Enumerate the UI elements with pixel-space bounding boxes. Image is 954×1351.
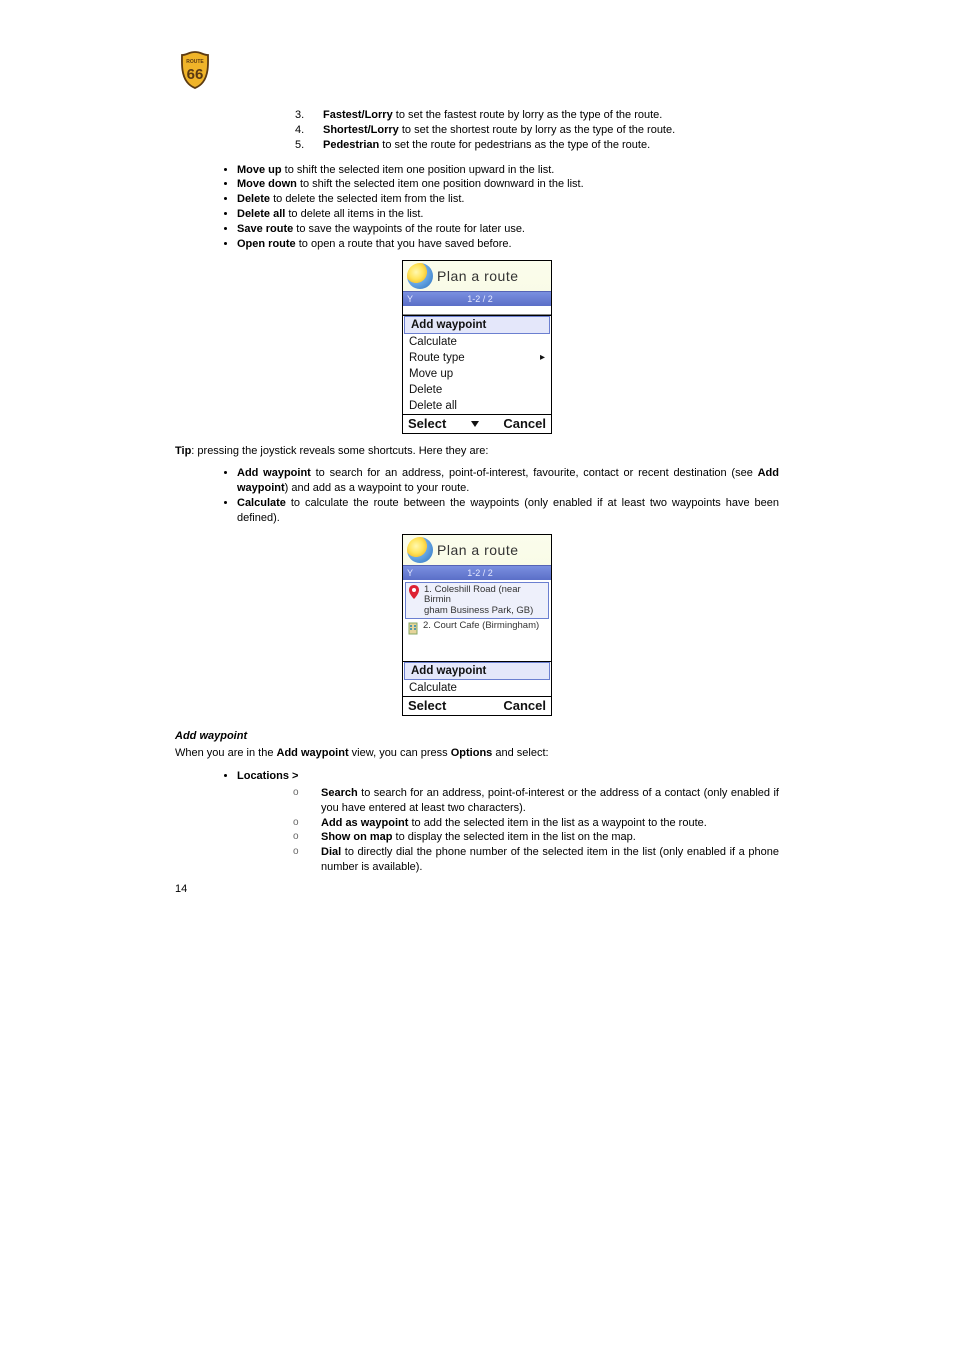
item-bold: Pedestrian [323, 139, 379, 151]
wp-text: Court Cafe (Birmingham) [434, 620, 540, 631]
wp-num: 1. [424, 584, 432, 595]
menu-item-calculate[interactable]: Calculate [403, 680, 551, 696]
r: to open a route that you have saved befo… [296, 238, 512, 250]
item-rest: to set the shortest route by lorry as th… [399, 124, 675, 136]
menu-item-delete[interactable]: Delete [403, 382, 551, 398]
menu-item-move-up[interactable]: Move up [403, 366, 551, 382]
screenshot-plan-route-menu: Plan a route Y 1-2 / 2 Add waypoint Calc… [402, 260, 552, 434]
partial-row [403, 306, 551, 315]
r: to save the waypoints of the route for l… [293, 223, 525, 235]
b: Open route [237, 238, 296, 250]
num: 4. [295, 123, 323, 138]
b: Dial [321, 846, 341, 858]
b: Add as waypoint [321, 817, 408, 829]
b: Delete all [237, 208, 285, 220]
options-bullet-list-1: Move up to shift the selected item one p… [175, 163, 779, 252]
menu-item-delete-all[interactable]: Delete all [403, 398, 551, 414]
r2: ) and add as a waypoint to your route. [285, 482, 470, 494]
counter: 1-2 / 2 [467, 294, 493, 304]
tip-line: Tip: pressing the joystick reveals some … [175, 444, 779, 459]
tip-label: Tip [175, 445, 191, 457]
softkey-right[interactable]: Cancel [503, 697, 546, 715]
r: to shift the selected item one position … [282, 164, 555, 176]
tip-text: : pressing the joystick reveals some sho… [191, 445, 488, 457]
section-heading-add-waypoint: Add waypoint [175, 730, 779, 742]
softkey-left[interactable]: Select [408, 697, 446, 715]
r: to search for an address, point-of-inter… [311, 467, 758, 479]
locations-sub-list: Search to search for an address, point-o… [237, 786, 779, 875]
page-number: 14 [175, 883, 779, 895]
b: Move down [237, 178, 297, 190]
locations-bullet-list: Locations > Search to search for an addr… [175, 769, 779, 875]
b: Calculate [237, 497, 286, 509]
b: Options [451, 747, 493, 759]
b: Move up [237, 164, 282, 176]
waypoint-row-2[interactable]: 2. Court Cafe (Birmingham) [405, 619, 549, 637]
building-icon [407, 621, 419, 635]
b: Add waypoint [277, 747, 349, 759]
shortcut-bullet-list: Add waypoint to search for an address, p… [175, 466, 779, 525]
b: Show on map [321, 831, 393, 843]
arrow-down-icon [471, 421, 479, 427]
item-bold: Fastest/Lorry [323, 109, 393, 121]
menu-item-add-waypoint[interactable]: Add waypoint [404, 662, 550, 680]
screenshot-plan-route-waypoints: Plan a route Y 1-2 / 2 1. Coleshill Road… [402, 534, 552, 716]
numbered-route-type-list: 3.Fastest/Lorry to set the fastest route… [175, 108, 779, 153]
r: to shift the selected item one position … [297, 178, 584, 190]
menu-item-add-waypoint[interactable]: Add waypoint [404, 316, 550, 334]
r: to directly dial the phone number of the… [321, 846, 779, 873]
num: 5. [295, 138, 323, 153]
menu-item-calculate[interactable]: Calculate [403, 334, 551, 350]
b: Delete [237, 193, 270, 205]
b: Add waypoint [237, 467, 311, 479]
waypoint-row-1[interactable]: 1. Coleshill Road (near Birmin gham Busi… [405, 582, 549, 619]
route66-logo: ROUTE 66 [175, 50, 215, 90]
softkey-right[interactable]: Cancel [503, 415, 546, 433]
menu-item-route-type[interactable]: Route type▸ [403, 350, 551, 366]
t: view, you can press [349, 747, 451, 759]
r: to delete all items in the list. [285, 208, 423, 220]
wp-num: 2. [423, 620, 431, 631]
chevron-right-icon: ▸ [540, 350, 545, 366]
r: to calculate the route between the waypo… [237, 497, 779, 524]
t: When you are in the [175, 747, 277, 759]
r: to add the selected item in the list as … [408, 817, 706, 829]
counter: 1-2 / 2 [467, 568, 493, 578]
section-intro: When you are in the Add waypoint view, y… [175, 746, 779, 761]
t: and select: [492, 747, 548, 759]
globe-icon [407, 537, 433, 563]
context-menu: Add waypoint Calculate Route type▸ Move … [403, 315, 551, 414]
locations-heading: Locations > [237, 770, 298, 782]
screen-title: Plan a route [437, 542, 519, 558]
r: to search for an address, point-of-inter… [321, 787, 779, 814]
softkey-left[interactable]: Select [408, 415, 446, 433]
globe-icon [407, 263, 433, 289]
screen-title: Plan a route [437, 268, 519, 284]
wp-text-l2: gham Business Park, GB) [424, 605, 533, 616]
item-rest: to set the route for pedestrians as the … [379, 139, 650, 151]
context-menu: Add waypoint Calculate [403, 661, 551, 696]
r: to delete the selected item from the lis… [270, 193, 464, 205]
b: Save route [237, 223, 293, 235]
r: to display the selected item in the list… [393, 831, 636, 843]
antenna-icon: Y [407, 294, 413, 304]
wp-text-l1: Coleshill Road (near Birmin [424, 584, 521, 605]
num: 3. [295, 108, 323, 123]
logo-top-text: ROUTE [186, 59, 204, 65]
item-rest: to set the fastest route by lorry as the… [393, 109, 663, 121]
pin-icon [408, 585, 420, 599]
logo-num: 66 [187, 66, 204, 83]
b: Search [321, 787, 358, 799]
item-bold: Shortest/Lorry [323, 124, 399, 136]
antenna-icon: Y [407, 568, 413, 578]
